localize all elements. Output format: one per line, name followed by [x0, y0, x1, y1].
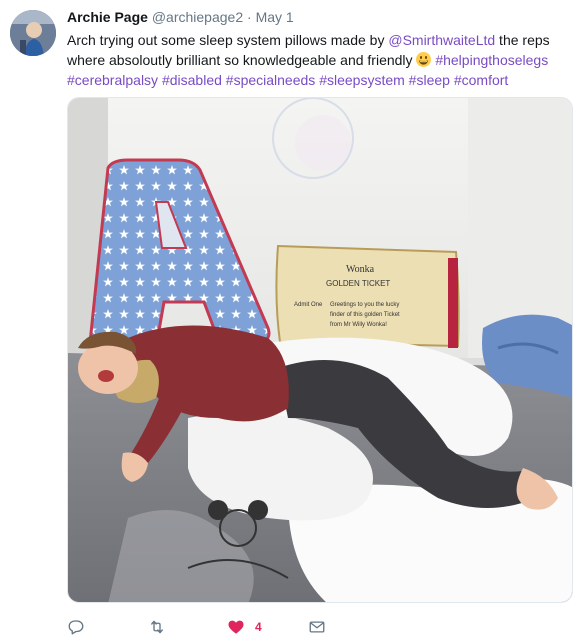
- ticket-line: finder of this golden Ticket: [330, 312, 400, 318]
- hashtag-link[interactable]: #sleepsystem: [319, 72, 405, 88]
- tweet-header: Archie Page @archiepage2 · May 1: [67, 9, 294, 25]
- mention-link[interactable]: @SmirthwaiteLtd: [388, 32, 495, 48]
- reply-icon: [68, 620, 84, 635]
- reply-button[interactable]: [67, 616, 85, 638]
- ticket-subtitle: GOLDEN TICKET: [326, 279, 390, 288]
- tweet-date[interactable]: May 1: [256, 9, 294, 25]
- hashtag-link[interactable]: #specialneeds: [226, 72, 316, 88]
- tweet-actions: 4: [67, 616, 572, 638]
- heart-icon: [228, 620, 244, 634]
- hashtag-link[interactable]: #cerebralpalsy: [67, 72, 158, 88]
- hashtag-link[interactable]: #disabled: [162, 72, 222, 88]
- tweet-text: Arch trying out some sleep system pillow…: [67, 30, 572, 90]
- retweet-icon: [151, 620, 163, 634]
- retweet-button[interactable]: [148, 616, 166, 638]
- hashtag-link[interactable]: #sleep: [409, 72, 450, 88]
- envelope-icon: [309, 621, 325, 633]
- tweet-photo[interactable]: Wonka GOLDEN TICKET Admit One Greetings …: [67, 97, 573, 603]
- hashtag-link[interactable]: #helpingthoselegs: [435, 52, 548, 68]
- hashtag-link[interactable]: #comfort: [454, 72, 508, 88]
- like-count: 4: [255, 620, 262, 634]
- tweet: Archie Page @archiepage2 · May 1 Arch tr…: [0, 0, 583, 644]
- author-handle[interactable]: @archiepage2: [152, 9, 243, 25]
- author-name[interactable]: Archie Page: [67, 9, 148, 25]
- ticket-line: Greetings to you the lucky: [330, 302, 399, 308]
- separator: ·: [247, 9, 252, 25]
- avatar[interactable]: [10, 10, 56, 56]
- tweet-text-part: Arch trying out some sleep system pillow…: [67, 32, 389, 48]
- like-button[interactable]: 4: [227, 616, 262, 638]
- ticket-line: from Mr Willy Wonka!: [330, 322, 387, 328]
- direct-message-button[interactable]: [308, 616, 326, 638]
- ticket-side: Admit One: [294, 302, 323, 308]
- grinning-emoji: [416, 52, 432, 67]
- ticket-title: Wonka: [346, 264, 375, 275]
